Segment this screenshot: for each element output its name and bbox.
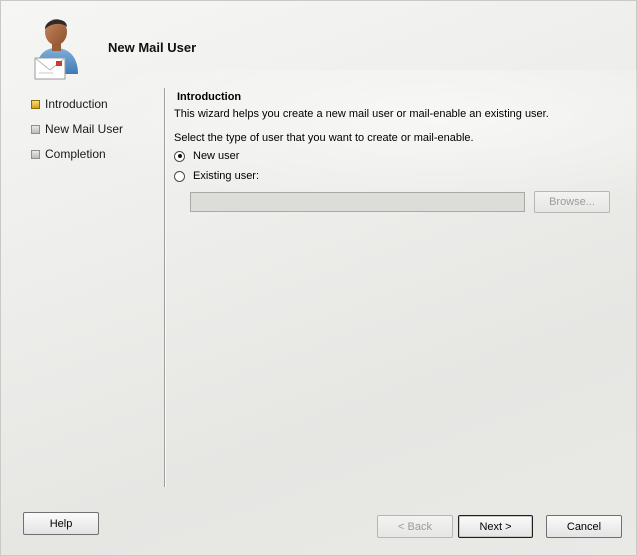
nav-item-introduction: Introduction <box>31 96 108 112</box>
vertical-divider <box>164 88 165 487</box>
wizard-title: New Mail User <box>108 40 197 55</box>
pending-step-icon <box>31 124 40 134</box>
existing-user-input[interactable] <box>190 192 525 212</box>
browse-button[interactable]: Browse... <box>534 191 610 213</box>
next-button[interactable]: Next > <box>458 515 533 538</box>
select-prompt: Select the type of user that you want to… <box>174 132 474 144</box>
cancel-button[interactable]: Cancel <box>546 515 622 538</box>
new-user-option[interactable]: New user <box>174 149 239 163</box>
nav-item-label: New Mail User <box>45 122 124 136</box>
mail-user-icon <box>28 12 84 82</box>
new-user-label: New user <box>193 150 240 162</box>
nav-item-completion: Completion <box>31 146 106 162</box>
new-user-radio[interactable] <box>174 150 185 162</box>
current-step-icon <box>31 99 40 109</box>
existing-user-label: Existing user: <box>193 170 260 182</box>
existing-user-option[interactable]: Existing user: <box>174 169 259 183</box>
back-button[interactable]: < Back <box>377 515 453 538</box>
nav-item-new-mail-user: New Mail User <box>31 121 123 137</box>
nav-item-label: Completion <box>45 147 106 161</box>
wizard-window <box>0 0 637 556</box>
pending-step-icon <box>31 149 40 159</box>
help-button[interactable]: Help <box>23 512 99 535</box>
intro-text: This wizard helps you create a new mail … <box>174 108 549 120</box>
existing-user-radio[interactable] <box>174 170 185 182</box>
nav-item-label: Introduction <box>45 97 108 111</box>
section-title: Introduction <box>177 91 242 103</box>
